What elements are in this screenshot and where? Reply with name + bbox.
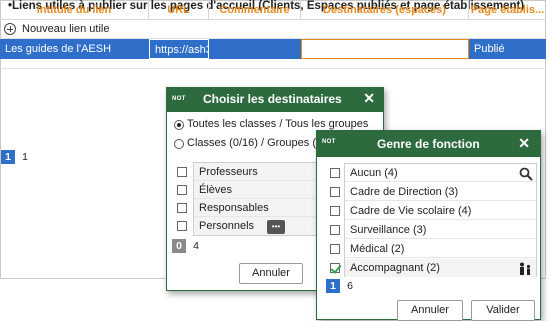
list-item[interactable]: Professeurs [194,163,322,181]
checkbox-eleves[interactable] [177,185,187,195]
list-item[interactable]: Accompagnant (2) [345,259,536,277]
close-icon[interactable]: ✕ [518,135,530,152]
column-header-comment[interactable]: Commentaire [209,0,301,20]
function-dialog-title: Genre de fonction [377,137,480,151]
checkbox-personnels[interactable] [177,221,187,231]
pager-total: 4 [193,240,199,252]
list-item[interactable]: Élèves [194,181,322,199]
checkbox-medical[interactable] [330,244,340,254]
list-item[interactable]: Cadre de Vie scolaire (4) [345,202,536,220]
cell-comment[interactable] [209,39,301,59]
table-row[interactable]: Les guides de l'AESH https://ash3 Publié [0,39,546,59]
table-pager: 1 1 [1,150,32,165]
cell-recipients-editing[interactable] [301,39,469,59]
people-icon [517,262,533,276]
cell-url[interactable]: https://ash3 [149,39,209,59]
cancel-button[interactable]: Annuler [239,263,303,284]
column-header-recipients[interactable]: Destinataires (espaces) [301,0,469,20]
pager-current[interactable]: 1 [326,279,340,293]
cell-title[interactable]: Les guides de l'AESH [0,39,149,59]
function-dialog-header: NOT Genre de fonction ✕ [317,131,540,157]
table-row-empty [0,59,546,69]
list-item[interactable]: Cadre de Direction (3) [345,183,536,201]
checkbox-accompagnant[interactable] [330,263,340,273]
column-header-title[interactable]: Intitulé du lien [0,0,149,20]
cell-page[interactable]: Publié [469,39,546,59]
radio-classes[interactable] [174,139,184,149]
dialog-tag: NOT [172,96,186,102]
recipients-pager: 0 4 [172,239,203,253]
add-circle-icon[interactable] [4,23,16,35]
pager-current[interactable]: 1 [1,150,15,164]
new-link-label[interactable]: Nouveau lien utile [22,23,109,35]
recipients-dialog-title: Choisir les destinataires [203,92,342,106]
more-options-icon[interactable]: ••• [267,220,285,234]
list-item[interactable]: Aucun (4) [345,164,536,182]
column-header-url[interactable]: URL [149,0,209,20]
column-header-page[interactable]: Page établis... [469,0,546,20]
validate-button[interactable]: Valider [471,300,535,321]
checkbox-cadre-direction[interactable] [330,187,340,197]
recipients-dialog-header: NOT Choisir les destinataires ✕ [167,88,383,112]
dialog-tag: NOT [322,139,336,145]
pager-current[interactable]: 0 [172,239,186,253]
list-item[interactable]: Personnels [194,217,322,235]
list-item[interactable]: Responsables [194,199,322,217]
close-icon[interactable]: ✕ [363,90,375,107]
function-pager: 1 6 [326,279,357,293]
option-all-label[interactable]: Toutes les classes / Tous les groupes [187,118,368,130]
pager-total: 1 [22,151,28,163]
cancel-button[interactable]: Annuler [397,300,463,321]
checkbox-aucun[interactable] [330,168,340,178]
pager-total: 6 [347,280,353,292]
table-header: Intitulé du lien URL Commentaire Destina… [0,0,546,20]
checkbox-surveillance[interactable] [330,225,340,235]
function-dialog: NOT Genre de fonction ✕ Aucun (4) Cadre … [316,130,541,321]
list-item[interactable]: Médical (2) [345,240,536,258]
option-classes-label[interactable]: Classes (0/16) / Groupes ( [187,137,316,149]
search-icon[interactable] [519,167,533,181]
recipient-type-list: Professeurs Élèves Responsables Personne… [193,162,323,236]
function-type-list: Aucun (4) Cadre de Direction (3) Cadre d… [344,163,537,277]
checkbox-responsables[interactable] [177,203,187,213]
checkbox-professeurs[interactable] [177,167,187,177]
checkbox-cadre-vie-scolaire[interactable] [330,206,340,216]
new-link-row[interactable]: Nouveau lien utile [0,20,546,39]
radio-all-classes[interactable] [174,120,184,130]
list-item[interactable]: Surveillance (3) [345,221,536,239]
